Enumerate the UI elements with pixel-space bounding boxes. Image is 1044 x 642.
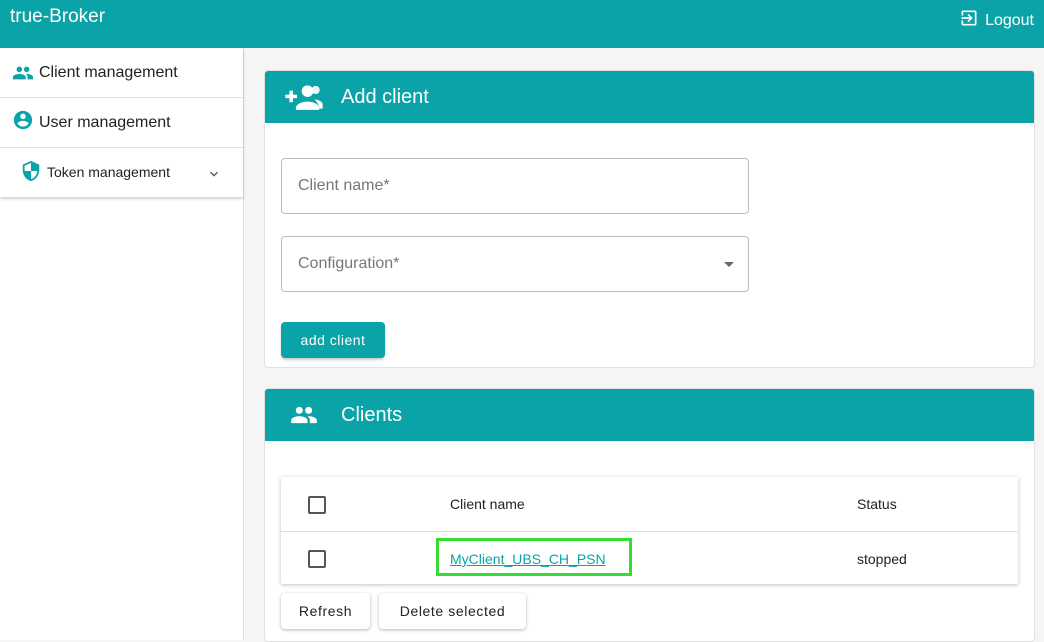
column-header-client-name: Client name xyxy=(450,496,525,512)
clients-header: Clients xyxy=(265,389,1034,441)
sidebar-item-label: Client management xyxy=(39,63,178,81)
select-all-checkbox[interactable] xyxy=(308,496,326,514)
logout-button[interactable]: Logout xyxy=(959,8,1034,33)
sidebar-item-label: User management xyxy=(39,113,171,131)
add-person-icon xyxy=(285,83,323,111)
client-name-link[interactable]: MyClient_UBS_CH_PSN xyxy=(450,551,606,567)
clients-table: Client name Status MyClient_UBS_CH_PSN s… xyxy=(281,477,1018,584)
refresh-button[interactable]: Refresh xyxy=(281,593,370,629)
add-client-card: Add client Configuration* add client xyxy=(264,70,1035,368)
add-client-button[interactable]: add client xyxy=(281,322,385,358)
people-icon xyxy=(10,62,36,84)
app-title: true-Broker xyxy=(10,6,106,27)
account-circle-icon xyxy=(10,109,36,131)
app-bar: true-Broker Logout xyxy=(0,0,1044,48)
sidebar-item-label: Token management xyxy=(47,164,170,180)
row-checkbox[interactable] xyxy=(308,550,326,568)
chevron-down-icon[interactable] xyxy=(206,166,222,182)
dropdown-arrow-icon xyxy=(724,262,734,267)
column-header-status: Status xyxy=(857,496,897,512)
table-row: MyClient_UBS_CH_PSN stopped xyxy=(281,531,1018,585)
table-header-row: Client name Status xyxy=(281,477,1018,532)
configuration-placeholder: Configuration* xyxy=(298,255,400,272)
add-client-header: Add client xyxy=(265,71,1034,123)
sidebar: Client management User management Token … xyxy=(0,48,244,640)
people-icon xyxy=(285,401,323,429)
client-status: stopped xyxy=(857,551,907,567)
logout-label: Logout xyxy=(985,11,1034,29)
sidebar-item-user-management[interactable]: User management xyxy=(0,98,243,148)
client-name-field[interactable] xyxy=(281,158,749,214)
sidebar-item-client-management[interactable]: Client management xyxy=(0,48,243,98)
shield-icon xyxy=(20,160,42,182)
sidebar-nav: Client management User management Token … xyxy=(0,48,243,197)
delete-selected-button[interactable]: Delete selected xyxy=(379,593,526,629)
sidebar-item-token-management[interactable]: Token management xyxy=(0,148,243,197)
clients-title: Clients xyxy=(341,404,403,426)
add-client-title: Add client xyxy=(341,86,429,108)
client-name-input[interactable] xyxy=(282,159,748,213)
configuration-select[interactable]: Configuration* xyxy=(281,236,749,292)
logout-icon xyxy=(959,8,979,33)
clients-card: Clients Client name Status MyClient_UBS_… xyxy=(264,388,1035,642)
